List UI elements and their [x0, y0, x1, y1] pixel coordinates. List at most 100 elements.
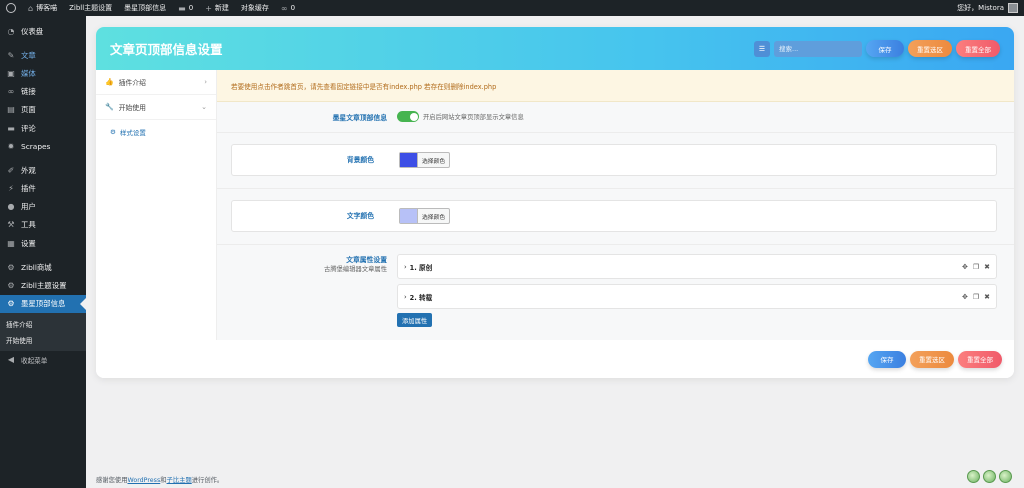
search-input[interactable] [774, 40, 862, 57]
group-item[interactable]: › 2. 转载 ✥ ❐ ✖ [397, 284, 997, 309]
current-menu-arrow [80, 297, 86, 310]
reset-section-button[interactable]: 重置选区 [910, 350, 954, 368]
theme-link[interactable]: 子比主题 [167, 477, 192, 484]
page-title: 文章页顶部信息设置 [110, 42, 223, 57]
chevron-right-icon: › [204, 78, 207, 86]
sidebar-item-plugins[interactable]: ⚡ 插件 [0, 180, 86, 198]
sidebar-item-pages[interactable]: ▤ 页面 [0, 101, 86, 119]
reset-all-button[interactable]: 重置全部 [956, 40, 1000, 57]
reset-section-button[interactable]: 重置选区 [908, 40, 952, 57]
settings-panel: 文章页顶部信息设置 ☰ 保存 重置选区 重置全部 👍插件介绍› 🔧开始使用⌄ ⚙… [96, 27, 1014, 378]
admin-footer: 感谢您使用WordPress和子比主题进行创作。 [96, 477, 224, 484]
tools-icon: ⚒ [7, 220, 15, 230]
enable-toggle[interactable] [397, 111, 419, 122]
sidebar-item-settings[interactable]: ▦ 设置 [0, 234, 86, 252]
collapse-icon: ◀ [7, 355, 15, 365]
list-icon: ☰ [758, 44, 766, 53]
wordpress-icon [6, 3, 16, 13]
sidebar-item-media[interactable]: ▣ 媒体 [0, 64, 86, 82]
sidebar-item-tools[interactable]: ⚒ 工具 [0, 216, 86, 234]
admin-bar: ⌂ 博客喵 Zibll主题设置 墨星顶部信息 ▬ 0 + 新建 对象缓存 ∞ 0 您好，… [0, 0, 1024, 16]
links-link[interactable]: ∞ 0 [275, 0, 301, 16]
site-name-link[interactable]: ⌂ 博客喵 [22, 0, 63, 16]
divider [217, 188, 1014, 189]
attr-description: 古腾堡编辑器文章属性 [324, 266, 387, 273]
sidebar-item-dashboard[interactable]: ◔ 仪表盘 [0, 22, 86, 40]
bg-color-field: 背景颜色 选择颜色 [231, 144, 997, 176]
collapse-menu-button[interactable]: ◀ 收起菜单 [0, 351, 86, 369]
comments-link[interactable]: ▬ 0 [172, 0, 199, 16]
sidebar-submenu: 插件介绍 开始使用 [0, 312, 86, 351]
nav-item-start[interactable]: 🔧 开始使用 ⌄ [96, 95, 216, 120]
users-icon: ● [7, 202, 15, 212]
sidebar-item-users[interactable]: ● 用户 [0, 198, 86, 216]
save-button[interactable]: 保存 [866, 40, 904, 57]
home-icon: ⌂ [28, 3, 34, 13]
pin-icon: ✎ [7, 50, 15, 60]
nav-item-style[interactable]: ⚙ 样式设置 [96, 120, 216, 144]
text-color-picker[interactable]: 选择颜色 [399, 208, 451, 224]
comment-icon: ▬ [7, 123, 15, 133]
settings-icon: ▦ [7, 238, 15, 248]
sidebar-item-appearance[interactable]: ✐ 外观 [0, 161, 86, 179]
plugin-name-link[interactable]: 墨星顶部信息 [118, 0, 172, 16]
toggle-description: 开启后网站文章页顶部显示文章信息 [423, 114, 524, 121]
submenu-item-start[interactable]: 开始使用 [0, 332, 86, 348]
clover-icon [999, 470, 1012, 483]
submenu-item-intro[interactable]: 插件介绍 [0, 316, 86, 332]
sidebar-item-posts[interactable]: ✎ 文章 [0, 46, 86, 64]
expand-all-button[interactable]: ☰ [754, 40, 770, 57]
options-content: 若要使用点击作者跳首页，请先查看固定链接中是否有index.php 若存在则删除… [217, 70, 1014, 340]
wordpress-link[interactable]: WordPress [127, 477, 160, 484]
theme-settings-link[interactable]: Zibll主题设置 [63, 0, 118, 16]
chevron-right-icon: › [404, 262, 407, 271]
new-content-link[interactable]: + 新建 [199, 0, 235, 16]
save-button[interactable]: 保存 [868, 350, 906, 368]
link-icon: ∞ [7, 87, 15, 97]
group-actions: ✥ ❐ ✖ [962, 263, 996, 271]
header-tools: ☰ 保存 重置选区 重置全部 [754, 40, 1000, 57]
chevron-down-icon: ⌄ [201, 103, 207, 111]
notice-banner: 若要使用点击作者跳首页，请先查看固定链接中是否有index.php 若存在则删除… [217, 70, 1014, 102]
attr-label: 文章属性设置 [346, 256, 387, 264]
sidebar-item-zibll-settings[interactable]: ⚙ Zibll主题设置 [0, 276, 86, 294]
dashboard-icon: ◔ [7, 26, 15, 36]
copy-icon[interactable]: ❐ [973, 263, 979, 271]
copy-icon[interactable]: ❐ [973, 293, 979, 301]
reset-all-button[interactable]: 重置全部 [958, 350, 1002, 368]
page-icon: ▤ [7, 105, 15, 115]
sidebar-item-links[interactable]: ∞ 链接 [0, 83, 86, 101]
sidebar-item-scrapes[interactable]: ✹ Scrapes [0, 137, 86, 155]
gear-icon: ⚙ [7, 299, 15, 309]
wordpress-logo-menu[interactable] [0, 0, 22, 16]
shop-icon: ⚙ [7, 262, 15, 272]
nav-item-intro[interactable]: 👍 插件介绍 › [96, 70, 216, 95]
text-color-label: 文字颜色 [346, 212, 374, 220]
sidebar-item-moxing-top-info[interactable]: ⚙ 墨星顶部信息 [0, 294, 86, 313]
chevron-right-icon: › [404, 292, 407, 301]
sidebar-item-comments[interactable]: ▬ 评论 [0, 119, 86, 137]
text-color-field: 文字颜色 选择颜色 [231, 200, 997, 232]
divider [217, 244, 1014, 245]
close-icon[interactable]: ✖ [984, 263, 990, 271]
text-color-swatch [400, 209, 418, 223]
clover-icon [983, 470, 996, 483]
add-attribute-button[interactable]: 添加属性 [397, 313, 433, 327]
appearance-icon: ✐ [7, 165, 15, 175]
divider [217, 132, 1014, 133]
group-item[interactable]: › 1. 原创 ✥ ❐ ✖ [397, 254, 997, 279]
user-account-menu[interactable]: 您好，Mistora [951, 0, 1024, 16]
clover-icon [967, 470, 980, 483]
comment-icon: ▬ [178, 3, 186, 13]
sidebar-item-zibll-shop[interactable]: ⚙ Zibll商城 [0, 258, 86, 276]
toggle-label: 墨星文章顶部信息 [332, 114, 387, 122]
bg-color-picker[interactable]: 选择颜色 [399, 152, 451, 168]
bg-color-label: 背景颜色 [346, 156, 374, 164]
bg-color-swatch [400, 153, 418, 167]
object-cache-link[interactable]: 对象缓存 [235, 0, 275, 16]
move-icon[interactable]: ✥ [962, 293, 968, 301]
options-nav: 👍 插件介绍 › 🔧 开始使用 ⌄ ⚙ 样式设置 [96, 70, 217, 340]
thumbs-up-icon: 👍 [105, 78, 114, 86]
close-icon[interactable]: ✖ [984, 293, 990, 301]
move-icon[interactable]: ✥ [962, 263, 968, 271]
